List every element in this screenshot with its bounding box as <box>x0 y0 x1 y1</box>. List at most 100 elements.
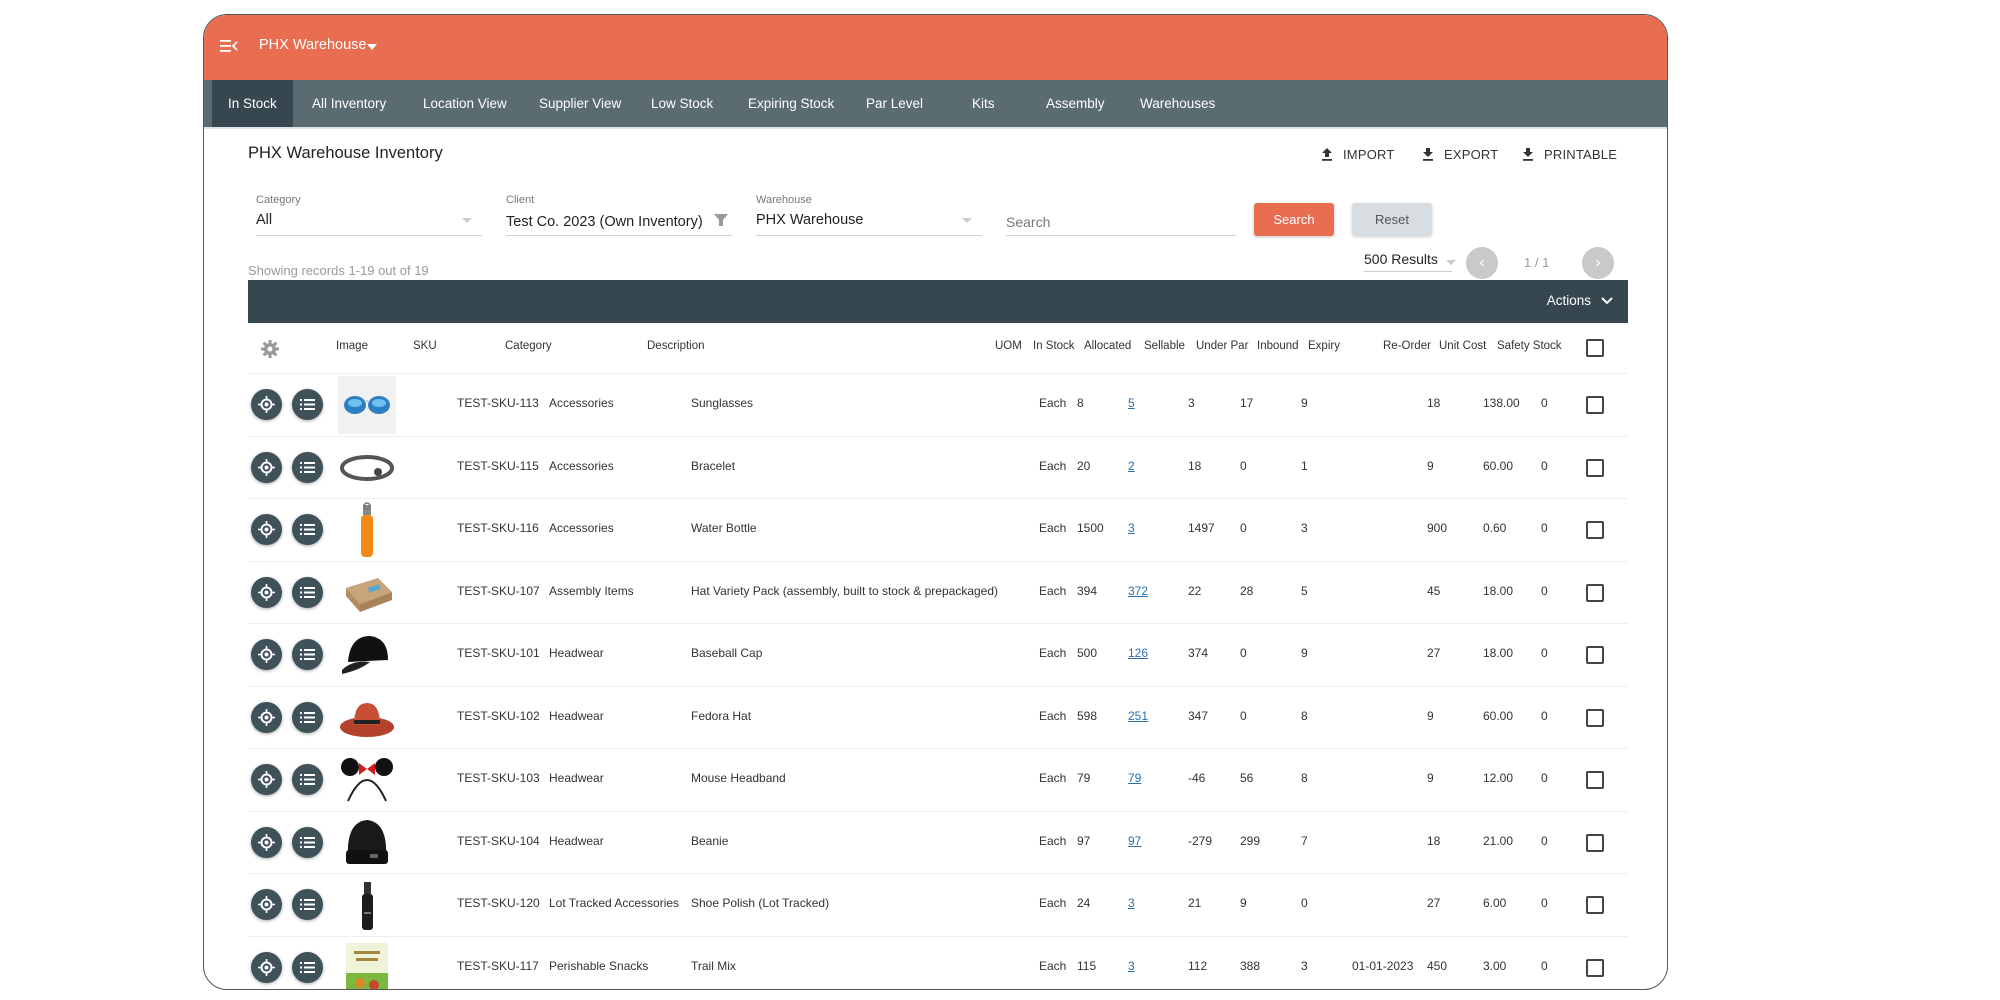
product-image-fedora[interactable] <box>338 689 396 747</box>
column-header-in-stock[interactable]: In Stock <box>1033 340 1075 352</box>
tab-in-stock[interactable]: In Stock <box>212 80 293 127</box>
details-button[interactable] <box>292 951 323 983</box>
allocated-link[interactable]: 3 <box>1128 521 1135 535</box>
column-header-allocated[interactable]: Allocated <box>1084 340 1131 352</box>
column-header-under-par[interactable]: Under Par <box>1196 340 1248 352</box>
dropdown-caret-icon[interactable] <box>962 218 972 223</box>
product-image-beanie[interactable] <box>338 814 396 872</box>
tab-assembly[interactable]: Assembly <box>1030 80 1121 127</box>
allocated-link[interactable]: 126 <box>1128 646 1148 660</box>
column-header-sellable[interactable]: Sellable <box>1144 340 1185 352</box>
row-checkbox[interactable] <box>1586 396 1604 414</box>
column-header-unit-cost[interactable]: Unit Cost <box>1439 340 1486 352</box>
tab-location-view[interactable]: Location View <box>407 80 523 127</box>
row-checkbox[interactable] <box>1586 521 1604 539</box>
allocated-link[interactable]: 97 <box>1128 834 1141 848</box>
select-all-checkbox[interactable] <box>1586 339 1604 357</box>
caret-down-icon[interactable] <box>367 44 377 50</box>
allocated-link[interactable]: 3 <box>1128 896 1135 910</box>
tab-warehouses[interactable]: Warehouses <box>1124 80 1231 127</box>
warehouse-selector[interactable]: PHX Warehouse <box>259 37 366 53</box>
details-button[interactable] <box>292 764 323 795</box>
dropdown-caret-icon[interactable] <box>1446 260 1456 265</box>
product-image-box[interactable] <box>338 564 396 622</box>
product-image-spray-bottle[interactable] <box>338 876 396 934</box>
column-header-description[interactable]: Description <box>647 340 705 352</box>
locate-button[interactable] <box>251 701 282 733</box>
product-image-bracelet[interactable] <box>338 439 396 497</box>
row-checkbox[interactable] <box>1586 896 1604 914</box>
row-checkbox[interactable] <box>1586 458 1604 477</box>
tab-kits[interactable]: Kits <box>956 80 1011 127</box>
locate-button[interactable] <box>251 576 282 608</box>
allocated-link[interactable]: 251 <box>1128 709 1148 723</box>
export-button[interactable]: EXPORT <box>1420 146 1498 162</box>
allocated-link[interactable]: 5 <box>1128 396 1135 410</box>
row-checkbox[interactable] <box>1586 771 1604 789</box>
product-image-baseball-cap[interactable] <box>338 626 396 684</box>
category-select[interactable]: All <box>256 212 272 228</box>
tab-supplier-view[interactable]: Supplier View <box>523 80 637 127</box>
menu-collapse-icon[interactable] <box>220 38 238 54</box>
locate-button[interactable] <box>251 514 282 545</box>
details-button[interactable] <box>292 389 323 420</box>
column-header-inbound[interactable]: Inbound <box>1257 340 1299 352</box>
product-image-trail-mix-bag[interactable] <box>338 939 396 991</box>
column-header-uom[interactable]: UOM <box>995 340 1022 352</box>
column-header-reorder[interactable]: Re-Order <box>1383 340 1431 352</box>
tab-par-level[interactable]: Par Level <box>850 80 939 127</box>
details-button[interactable] <box>292 576 323 608</box>
locate-button[interactable] <box>251 826 282 858</box>
filter-icon[interactable] <box>713 212 729 228</box>
inbound-cell: 7 <box>1301 833 1308 848</box>
next-page-button[interactable]: › <box>1582 247 1614 279</box>
tab-all-inventory[interactable]: All Inventory <box>296 80 402 127</box>
column-header-category[interactable]: Category <box>505 340 552 352</box>
locate-button[interactable] <box>251 764 282 795</box>
search-input[interactable]: Search <box>1006 214 1050 230</box>
column-header-expiry[interactable]: Expiry <box>1308 340 1340 352</box>
reset-button[interactable]: Reset <box>1352 203 1432 236</box>
warehouse-select[interactable]: PHX Warehouse <box>756 212 863 228</box>
row-checkbox[interactable] <box>1586 583 1604 602</box>
results-per-page-select[interactable]: 500 Results <box>1364 251 1452 272</box>
locate-button[interactable] <box>251 889 282 920</box>
row-checkbox[interactable] <box>1586 833 1604 852</box>
prev-page-button[interactable]: ‹ <box>1466 247 1498 279</box>
row-checkbox[interactable] <box>1586 708 1604 727</box>
locate-button[interactable] <box>251 451 282 483</box>
details-button[interactable] <box>292 826 323 858</box>
details-button[interactable] <box>292 514 323 545</box>
gear-icon[interactable] <box>260 339 280 359</box>
product-image-mouse-headband[interactable] <box>338 751 396 809</box>
column-header-safety-stock[interactable]: Safety Stock <box>1497 340 1562 352</box>
inbound-cell: 3 <box>1301 521 1308 535</box>
allocated-link[interactable]: 3 <box>1128 959 1135 973</box>
details-button[interactable] <box>292 451 323 483</box>
dropdown-caret-icon[interactable] <box>462 218 472 223</box>
chevron-down-icon[interactable] <box>1600 294 1614 308</box>
printable-button[interactable]: PRINTABLE <box>1520 146 1617 162</box>
import-button[interactable]: IMPORT <box>1319 146 1395 162</box>
tab-expiring-stock[interactable]: Expiring Stock <box>732 80 850 127</box>
actions-menu[interactable]: Actions <box>1547 293 1591 308</box>
allocated-link[interactable]: 2 <box>1128 459 1135 473</box>
details-button[interactable] <box>292 889 323 920</box>
details-button[interactable] <box>292 639 323 670</box>
product-image-sunglasses[interactable] <box>338 376 396 434</box>
row-checkbox[interactable] <box>1586 646 1604 664</box>
allocated-link[interactable]: 372 <box>1128 584 1148 598</box>
safety-stock-cell: 0 <box>1541 646 1548 660</box>
row-checkbox[interactable] <box>1586 958 1604 977</box>
details-button[interactable] <box>292 701 323 733</box>
client-select[interactable]: Test Co. 2023 (Own Inventory) <box>506 214 703 230</box>
locate-button[interactable] <box>251 951 282 983</box>
tab-low-stock[interactable]: Low Stock <box>635 80 729 127</box>
search-button[interactable]: Search <box>1254 203 1334 236</box>
allocated-link[interactable]: 79 <box>1128 771 1141 785</box>
column-header-sku[interactable]: SKU <box>413 340 437 352</box>
locate-button[interactable] <box>251 389 282 420</box>
locate-button[interactable] <box>251 639 282 670</box>
category-cell: Accessories <box>549 396 614 410</box>
product-image-water-bottle[interactable] <box>338 501 396 559</box>
